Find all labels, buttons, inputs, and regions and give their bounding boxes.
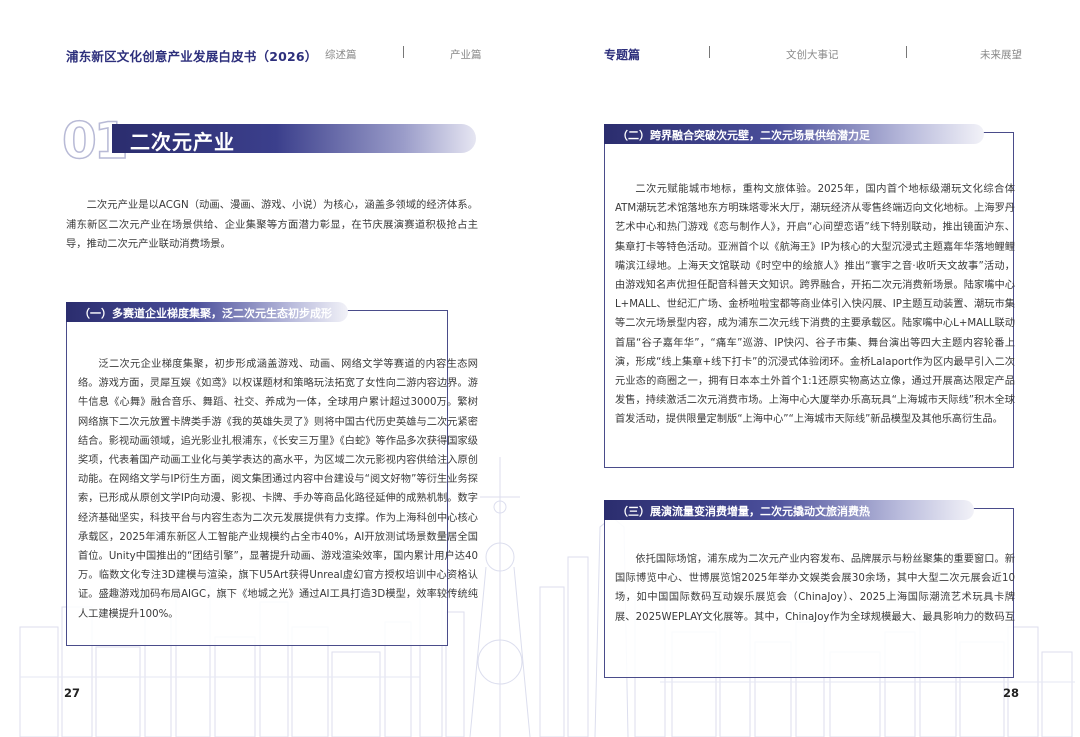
page-header: 浦东新区文化创意产业发展白皮书（2026） 综述篇 产业篇 专题篇 文创大事记 … [0, 44, 1080, 64]
nav-divider [709, 46, 710, 58]
nav-divider [906, 46, 907, 58]
nav-chronicle[interactable]: 文创大事记 [786, 47, 839, 62]
nav-outlook[interactable]: 未来展望 [980, 47, 1022, 62]
section-3-body: 依托国际场馆，浦东成为二次元产业内容发布、品牌展示与粉丝聚集的重要窗口。新国际博… [615, 554, 1015, 623]
page-number-left: 27 [64, 686, 81, 700]
document-title: 浦东新区文化创意产业发展白皮书（2026） [66, 49, 318, 64]
nav-divider [403, 46, 404, 58]
chapter-intro: 二次元产业是以ACGN（动画、漫画、游戏、小说）为核心，涵盖多领域的经济体系。浦… [66, 199, 478, 250]
book-spread: 浦东新区文化创意产业发展白皮书（2026） 综述篇 产业篇 专题篇 文创大事记 … [0, 0, 1080, 737]
section-1-title: （一）多赛道企业梯度集聚，泛二次元生态初步成形 [79, 307, 332, 320]
nav-topics[interactable]: 专题篇 [604, 46, 640, 63]
section-2-title: （二）跨界融合突破次元壁，二次元场景供给潜力足 [617, 129, 870, 142]
section-3-title: （三）展演流量变消费增量，二次元撬动文旅消费热 [617, 505, 870, 518]
chapter-title: 二次元产业 [130, 130, 235, 154]
section-1-body: 泛二次元企业梯度集聚，初步形成涵盖游戏、动画、网络文学等赛道的内容生态网络。游戏… [78, 359, 478, 620]
page-number-right: 28 [1003, 686, 1020, 700]
section-2-body: 二次元赋能城市地标，重构文旅体验。2025年，国内首个地标级潮玩文化综合体ATM… [615, 184, 1015, 426]
nav-industry[interactable]: 产业篇 [450, 47, 482, 62]
nav-overview[interactable]: 综述篇 [325, 47, 357, 62]
